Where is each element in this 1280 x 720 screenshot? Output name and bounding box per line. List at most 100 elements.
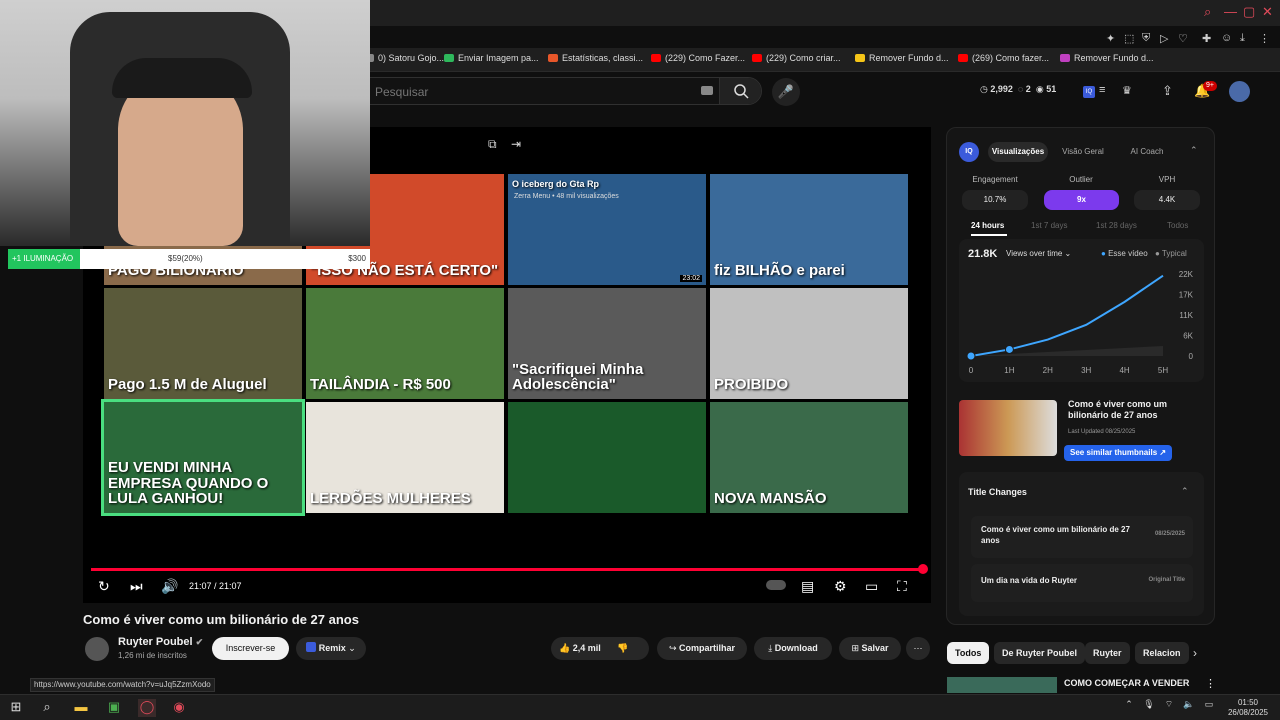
search-input[interactable]	[375, 85, 675, 99]
endscreen-video[interactable]: fiz BILHÃO e parei	[710, 174, 908, 285]
related-chip[interactable]: Relacion	[1135, 642, 1189, 664]
search-icon[interactable]: ⌕	[38, 699, 56, 717]
related-chip[interactable]: Todos	[947, 642, 990, 664]
bookmark-item[interactable]: Enviar Imagem pa...	[444, 53, 539, 63]
capture-icon[interactable]: ⬚	[1124, 32, 1134, 45]
views-chart-svg: 22K 17K 11K 6K 0 0 1H 2H 3H 4H 5H	[966, 270, 1194, 375]
volume-tray-icon[interactable]: 🔈	[1180, 699, 1198, 717]
exit-icon[interactable]: ⇥	[511, 137, 521, 151]
endscreen-video[interactable]: O iceberg do Gta Rp Zerra Menu • 48 mil v…	[508, 174, 706, 285]
tab-visao-geral[interactable]: Visão Geral	[1053, 142, 1113, 162]
upload-marker[interactable]	[1004, 344, 1014, 354]
upload-marker[interactable]	[966, 351, 976, 361]
upload-icon[interactable]: ⇪	[1162, 83, 1173, 99]
range-7d[interactable]: 1st 7 days	[1031, 221, 1067, 230]
see-similar-button[interactable]: See similar thumbnails ↗	[1064, 445, 1173, 461]
range-28d[interactable]: 1st 28 days	[1096, 221, 1137, 230]
theater-icon[interactable]: ▭	[865, 578, 878, 595]
keyboard-icon[interactable]	[701, 86, 713, 95]
close-icon[interactable]: ✕	[1262, 4, 1273, 20]
bookmark-item[interactable]: Estatísticas, classi...	[548, 53, 643, 63]
endscreen-video[interactable]: "Sacrifiquei Minha Adolescência"	[508, 288, 706, 399]
collapse-icon[interactable]: ⌃	[1190, 145, 1198, 156]
endscreen-video[interactable]: PROIBIDO	[710, 288, 908, 399]
volume-icon[interactable]: 🔊	[161, 578, 178, 595]
video-thumbnail[interactable]	[959, 400, 1057, 456]
replay-icon[interactable]: ↻	[98, 578, 110, 595]
chevron-right-icon[interactable]: ›	[1193, 646, 1197, 660]
maximize-icon[interactable]: ▢	[1243, 4, 1255, 20]
network-icon[interactable]: ⌔	[1160, 699, 1178, 717]
range-all[interactable]: Todos	[1167, 221, 1188, 230]
tray-chevron-icon[interactable]: ⌃	[1120, 699, 1138, 717]
related-chip[interactable]: Ruyter	[1085, 642, 1130, 664]
pin-icon[interactable]: ✦	[1106, 32, 1115, 45]
vidiq-icon[interactable]: IQ	[1083, 86, 1095, 98]
download-button[interactable]: ⤓ Download	[754, 637, 832, 660]
bookmark-item[interactable]: (269) Como fazer...	[958, 53, 1049, 63]
menu-icon[interactable]: ⋮	[1259, 32, 1270, 45]
save-button[interactable]: ⊞ Salvar	[839, 637, 901, 660]
subtitles-icon[interactable]: ▤	[801, 578, 814, 595]
autoplay-toggle[interactable]	[766, 580, 786, 590]
comments-count: 2	[1025, 84, 1031, 94]
next-icon[interactable]: ⏭	[130, 578, 143, 595]
extensions-icon[interactable]: ✚	[1202, 32, 1211, 45]
system-clock[interactable]: 01:50 26/08/2025	[1228, 698, 1268, 718]
bookmark-item[interactable]: Remover Fundo d...	[855, 53, 949, 63]
endscreen-video[interactable]: EU VENDI MINHA EMPRESA QUANDO O LULA GAN…	[101, 399, 305, 516]
search-button[interactable]	[719, 78, 761, 104]
store-icon[interactable]: ▣	[105, 699, 123, 717]
endscreen-video[interactable]: LERDÕES MULHERES	[306, 402, 504, 513]
trophy-icon[interactable]: ♛	[1122, 84, 1132, 97]
collapse-icon[interactable]: ⌃	[1181, 486, 1189, 497]
download-icon[interactable]: ⤓	[1240, 32, 1245, 45]
more-actions-icon[interactable]: ⋯	[906, 637, 930, 660]
fullscreen-icon[interactable]: ⛶	[897, 578, 907, 595]
mic-tray-icon[interactable]: 🎙	[1140, 699, 1158, 717]
channel-name[interactable]: Ruyter Poubel ✔	[118, 636, 203, 648]
kebab-icon[interactable]: ⋮	[1205, 677, 1216, 690]
next-video-thumbnail[interactable]	[947, 677, 1057, 693]
dislike-icon[interactable]: 👎	[617, 643, 628, 653]
browser-icon[interactable]: ◯	[138, 699, 156, 717]
progress-bar[interactable]	[91, 568, 923, 571]
account-avatar[interactable]	[1229, 81, 1250, 102]
like-icon[interactable]: 👍	[559, 643, 570, 653]
folder-icon[interactable]: ▬	[72, 699, 90, 717]
endscreen-video[interactable]: NOVA MANSÃO	[710, 402, 908, 513]
remix-button[interactable]: Remix ⌄	[296, 637, 366, 660]
miniplayer-icon[interactable]: ⧉	[488, 137, 497, 152]
tab-visualizacoes[interactable]: Visualizações	[988, 142, 1048, 162]
next-video-title[interactable]: COMO COMEÇAR A VENDER	[1064, 678, 1189, 688]
channel-name-text[interactable]: Ruyter Poubel	[118, 636, 193, 648]
bookmark-item[interactable]: (229) Como Fazer...	[651, 53, 745, 63]
list-icon[interactable]: ≡	[1099, 84, 1105, 96]
bookmark-item[interactable]: Remover Fundo d...	[1060, 53, 1154, 63]
mic-icon[interactable]: 🎤	[772, 78, 800, 106]
tab-ai-coach[interactable]: AI Coach	[1117, 142, 1177, 162]
minimize-icon[interactable]: —	[1224, 4, 1237, 19]
endscreen-video[interactable]	[508, 402, 706, 513]
endscreen-video[interactable]: TAILÂNDIA - R$ 500	[306, 288, 504, 399]
progress-handle[interactable]	[918, 564, 928, 574]
profile-icon[interactable]: ☺	[1221, 32, 1232, 44]
subscribe-button[interactable]: Inscrever-se	[212, 637, 289, 660]
endscreen-video[interactable]: Pago 1.5 M de Aluguel	[104, 288, 302, 399]
heart-icon[interactable]: ♡	[1178, 32, 1188, 45]
obs-icon[interactable]: ◉	[170, 699, 188, 717]
related-chip[interactable]: De Ruyter Poubel	[994, 642, 1086, 664]
share-button[interactable]: ↪ Compartilhar	[657, 637, 747, 660]
bookmark-item[interactable]: 0) Satoru Gojo...	[364, 53, 444, 63]
like-dislike-group[interactable]: 👍 2,4 mil 👎	[551, 637, 649, 660]
shield-icon[interactable]: ⛨	[1142, 32, 1150, 45]
settings-icon[interactable]: ⚙	[834, 578, 847, 595]
windows-start-icon[interactable]: ⊞	[7, 699, 25, 717]
search-box[interactable]	[364, 77, 762, 105]
bookmark-item[interactable]: (229) Como criar...	[752, 53, 841, 63]
range-24h[interactable]: 24 hours	[971, 221, 1004, 230]
display-icon[interactable]: ▭	[1200, 699, 1218, 717]
play-icon[interactable]: ▷	[1160, 32, 1168, 45]
search-icon[interactable]: ⌕	[1204, 4, 1211, 20]
channel-avatar[interactable]	[85, 637, 109, 661]
